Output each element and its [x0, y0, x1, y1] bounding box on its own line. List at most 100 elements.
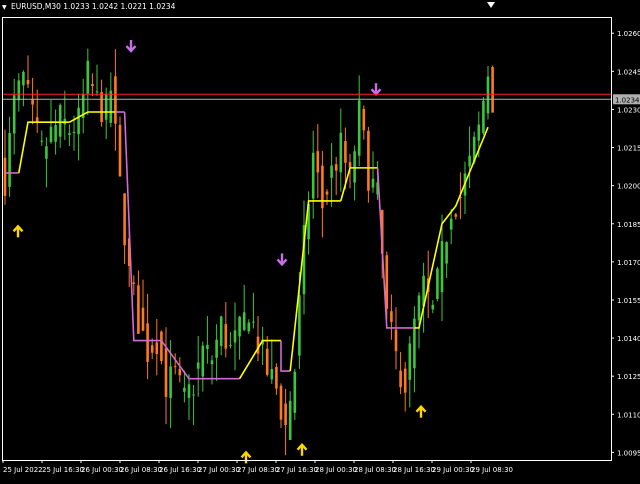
- candle-body: [49, 126, 53, 142]
- candle-body: [238, 316, 241, 337]
- candle-body: [146, 323, 149, 362]
- candle-body: [210, 360, 214, 365]
- candle-body: [91, 84, 94, 87]
- y-tick-label: 1.0185: [617, 221, 640, 229]
- candle-body: [408, 343, 412, 380]
- candle-body: [155, 342, 159, 354]
- candle-body: [58, 105, 62, 137]
- candle-body: [394, 329, 398, 352]
- x-tick-label: 28 Jul 00:30: [315, 466, 357, 474]
- candle-body: [362, 108, 366, 131]
- candle-body: [178, 369, 182, 376]
- candle-body: [482, 100, 485, 134]
- candle-body: [279, 385, 283, 420]
- candle-body: [164, 348, 168, 397]
- candle-body: [436, 268, 439, 299]
- candle-body: [26, 79, 30, 85]
- ohlc-values: 1.0233 1.0242 1.0221 1.0234: [63, 2, 176, 11]
- candle-body: [173, 366, 177, 368]
- current-price-tag-text: 1.0234: [615, 96, 640, 104]
- candle-body: [118, 124, 122, 177]
- chart-shift-marker-icon[interactable]: [487, 2, 495, 8]
- candle-body: [311, 152, 315, 199]
- candle-body: [390, 311, 393, 322]
- header-menu-icon[interactable]: ▼: [2, 4, 7, 11]
- candle-body: [224, 324, 228, 349]
- candle-body: [192, 394, 195, 396]
- candle-body: [348, 162, 352, 168]
- y-tick-label: 1.0245: [617, 68, 640, 76]
- candle-body: [413, 318, 416, 369]
- candle-body: [270, 369, 274, 380]
- candle-body: [334, 164, 338, 171]
- candle-body: [454, 214, 458, 217]
- x-tick-label: 29 Jul 00:30: [432, 466, 474, 474]
- candle-body: [3, 157, 7, 196]
- candle-body: [229, 345, 232, 347]
- chart-window[interactable]: 1.0234 1.0260 1.0245 1.0230 1.0215 1.0200 1.0…: [0, 0, 640, 480]
- x-tick-label: 29 Jul 08:30: [471, 466, 513, 474]
- candle-body: [491, 67, 494, 113]
- chart-header: ▼ EURUSD,M30 1.0233 1.0242 1.0221 1.0234: [2, 2, 175, 11]
- candle-body: [8, 133, 11, 187]
- y-tick-label: 1.0140: [617, 335, 640, 343]
- candle-body: [72, 131, 76, 133]
- candle-body: [123, 193, 126, 246]
- x-tick-label: 27 Jul 16:30: [276, 466, 318, 474]
- x-tick-label: 27 Jul 08:30: [237, 466, 279, 474]
- y-tick-label: 1.0230: [617, 106, 640, 114]
- candle-body: [316, 151, 320, 173]
- x-tick-label: 28 Jul 08:30: [354, 466, 396, 474]
- y-tick-label: 1.0125: [617, 373, 640, 381]
- x-tick-label: 25 Jul 16:30: [42, 466, 84, 474]
- candle-body: [247, 322, 251, 332]
- candle-body: [440, 241, 444, 292]
- candle-body: [417, 295, 421, 321]
- candle-body: [399, 370, 402, 388]
- price-chart[interactable]: 1.0234 1.0260 1.0245 1.0230 1.0215 1.0200 1.0…: [0, 0, 640, 480]
- candle-body: [12, 95, 16, 134]
- candle-body: [445, 242, 448, 264]
- x-tick-label: 26 Jul 16:30: [159, 466, 201, 474]
- x-tick-label: 25 Jul 2022: [3, 466, 43, 474]
- candle-body: [45, 146, 48, 159]
- candle-body: [357, 100, 361, 156]
- candle-body: [339, 132, 343, 173]
- candle-body: [293, 371, 297, 413]
- candle-body: [114, 76, 117, 124]
- candle-body: [344, 141, 347, 163]
- candle-body: [169, 366, 172, 398]
- candle-body: [86, 60, 90, 94]
- candle-body: [141, 307, 145, 331]
- x-tick-label: 26 Jul 00:30: [81, 466, 123, 474]
- candle-body: [431, 304, 435, 310]
- y-tick-label: 1.0170: [617, 259, 640, 267]
- y-tick-label: 1.0110: [617, 411, 640, 419]
- y-tick-label: 1.0215: [617, 145, 640, 153]
- candle-body: [252, 321, 255, 323]
- candle-body: [150, 345, 154, 353]
- candle-body: [486, 76, 490, 114]
- symbol-timeframe: EURUSD,M30: [11, 2, 61, 11]
- x-tick-label: 27 Jul 00:30: [198, 466, 240, 474]
- candle-body: [242, 312, 246, 330]
- candle-body: [35, 117, 39, 122]
- candle-body: [275, 367, 278, 389]
- y-tick-label: 1.0095: [617, 449, 640, 457]
- candle-body: [298, 295, 301, 356]
- candle-body: [468, 155, 471, 167]
- candle-body: [219, 316, 223, 347]
- candle-body: [288, 400, 292, 440]
- candle-body: [160, 331, 163, 361]
- candle-body: [321, 165, 324, 209]
- candle-body: [201, 345, 205, 377]
- candle-body: [353, 151, 356, 183]
- candle-body: [132, 282, 136, 284]
- candle-body: [206, 344, 209, 350]
- candle-body: [104, 94, 108, 120]
- x-tick-label: 28 Jul 16:30: [393, 466, 435, 474]
- candle-body: [77, 107, 80, 135]
- candle-body: [330, 165, 333, 178]
- candle-body: [40, 140, 44, 142]
- candle-body: [137, 285, 140, 334]
